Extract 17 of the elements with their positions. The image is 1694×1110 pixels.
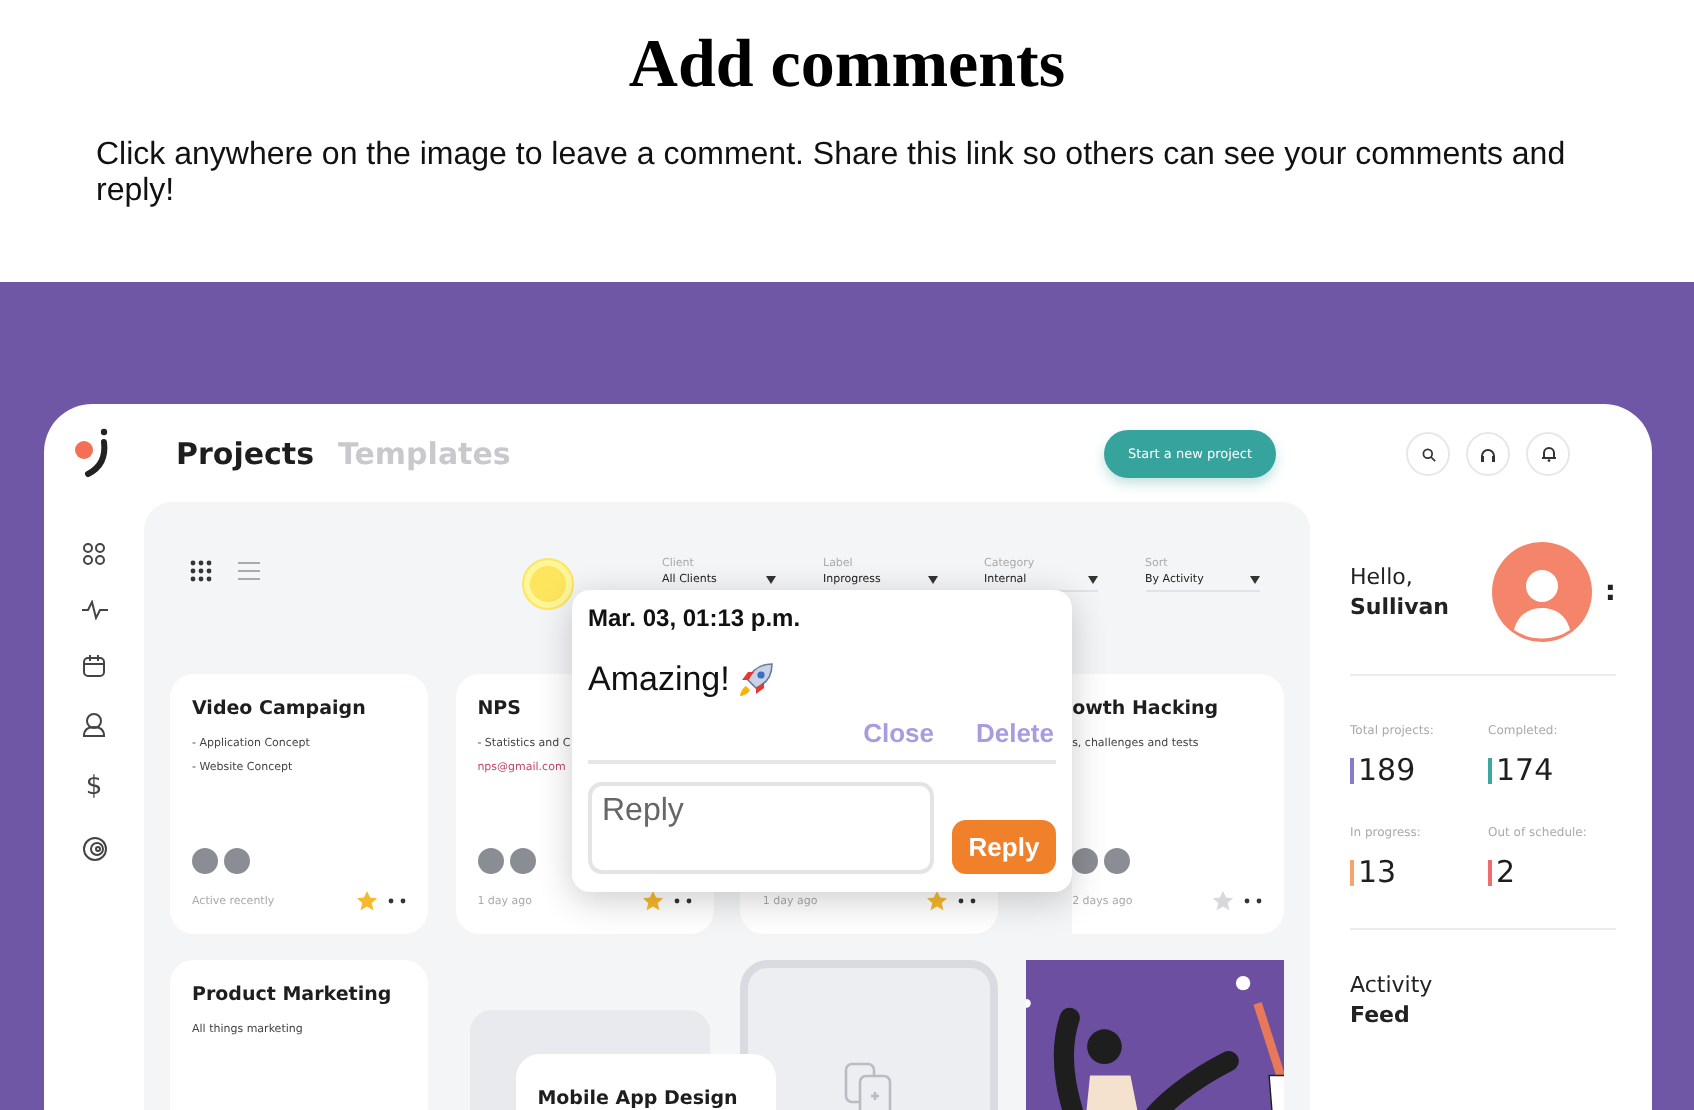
comment-date: Mar. 03, 01:13 p.m. [588, 604, 803, 632]
instructions-text: Click anywhere on the image to leave a comment. Share this link so others can see your comments and reply! [96, 138, 1568, 210]
stat-value: 189 [1358, 754, 1416, 786]
section-title: Activity [1350, 970, 1435, 1000]
section-subtitle: Feed [1350, 1000, 1412, 1030]
stat-value: 174 [1496, 754, 1554, 786]
greeting-text: Hello, [1350, 562, 1415, 592]
stat-value: 13 [1358, 856, 1397, 888]
page-title: Add comments [626, 28, 1068, 104]
stat-value: 2 [1496, 856, 1516, 888]
user-name: Sullivan [1350, 592, 1451, 622]
card-title: NPS [477, 698, 523, 720]
card-title: Video Campaign [192, 698, 368, 720]
card-title: Mobile App Design [537, 1088, 738, 1110]
comment-text: Amazing! [588, 660, 730, 700]
card-title: owth Hacking [1072, 698, 1221, 720]
card-title: Product Marketing [192, 984, 394, 1006]
